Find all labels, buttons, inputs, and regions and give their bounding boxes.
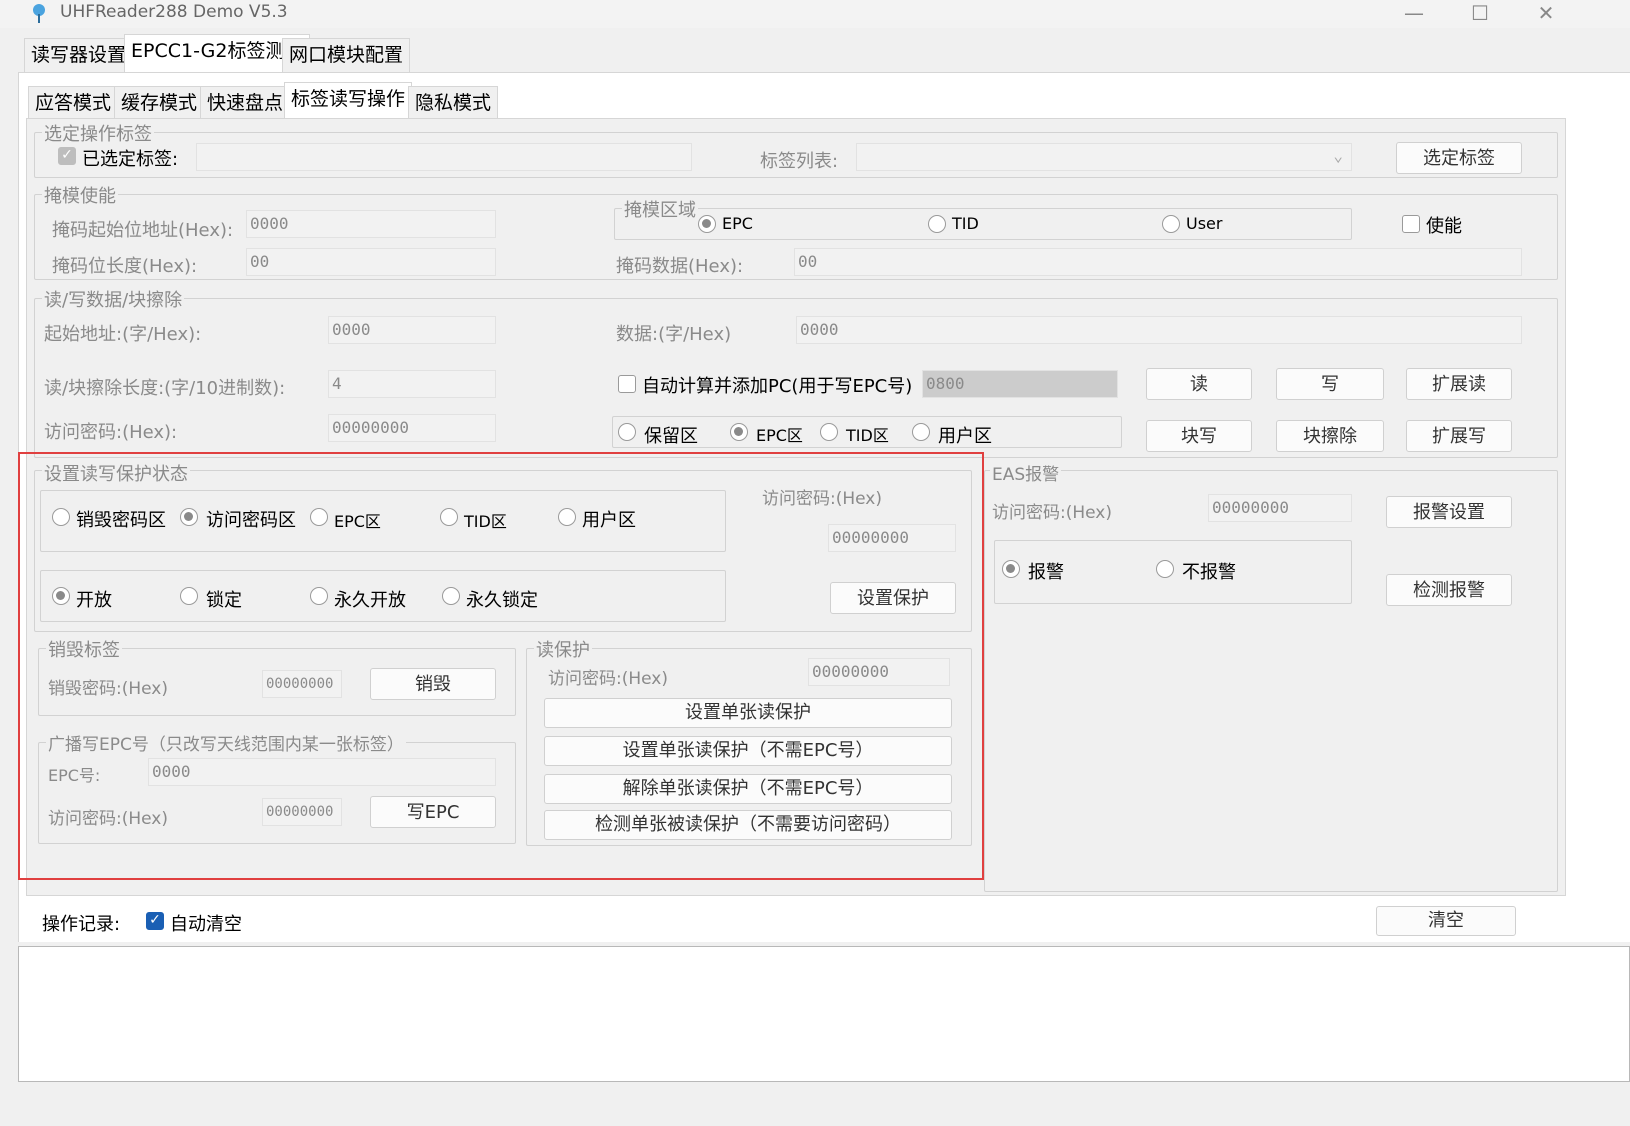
rw-len-label: 读/块擦除长度:(字/10进制数): (44, 378, 286, 399)
alarm-set-button[interactable]: 报警设置 (1386, 496, 1512, 528)
mask-start-label: 掩码起始位地址(Hex): (52, 220, 234, 241)
highlight-box (18, 452, 984, 880)
area-user-label: 用户区 (938, 426, 992, 447)
mask-enable-checkbox[interactable] (1402, 215, 1420, 233)
mask-area-tid-radio[interactable] (928, 215, 946, 233)
read-button[interactable]: 读 (1146, 368, 1252, 400)
auto-pc-checkbox[interactable] (618, 375, 636, 393)
title-bar: UHFReader288 Demo V5.3 — ☐ ✕ (0, 0, 1630, 28)
mask-area-legend: 掩模区域 (622, 196, 698, 222)
area-reserved-radio[interactable] (618, 423, 636, 441)
tab-network-config[interactable]: 网口模块配置 (282, 38, 411, 72)
maximize-button[interactable]: ☐ (1456, 0, 1504, 28)
rw-pwd-label: 访问密码:(Hex): (44, 422, 178, 443)
rw-data-field[interactable]: 0000 (796, 316, 1522, 344)
rw-pwd-field[interactable]: 00000000 (328, 414, 496, 442)
tab-reader-settings[interactable]: 读写器设置 (24, 38, 134, 72)
selected-tag-field[interactable] (196, 143, 692, 171)
eas-legend: EAS报警 (990, 460, 1062, 485)
log-label: 操作记录: (42, 914, 121, 935)
log-textarea[interactable] (18, 946, 1630, 1082)
tab-tag-rw[interactable]: 标签读写操作 (284, 82, 413, 120)
app-icon (30, 2, 48, 24)
selected-tag-checkbox[interactable]: ✓ (58, 147, 76, 165)
area-tid-radio[interactable] (820, 423, 838, 441)
area-epc-label: EPC区 (756, 426, 803, 445)
mask-start-field[interactable]: 0000 (246, 210, 496, 238)
tab-fast-inventory[interactable]: 快速盘点 (200, 86, 291, 120)
no-alarm-radio[interactable] (1156, 560, 1174, 578)
tag-list-label: 标签列表: (760, 151, 839, 172)
minimize-button[interactable]: — (1390, 0, 1438, 28)
mask-len-field[interactable]: 00 (246, 248, 496, 276)
select-tag-legend: 选定操作标签 (42, 120, 154, 146)
mask-data-field[interactable]: 00 (794, 248, 1522, 276)
rw-legend: 读/写数据/块擦除 (42, 286, 185, 312)
write-button[interactable]: 写 (1276, 368, 1384, 400)
mask-data-label: 掩码数据(Hex): (616, 256, 744, 277)
window-title: UHFReader288 Demo V5.3 (60, 2, 288, 22)
auto-pc-label: 自动计算并添加PC(用于写EPC号) (642, 376, 913, 397)
mask-len-label: 掩码位长度(Hex): (52, 256, 198, 277)
tag-list-select[interactable]: ⌄ (856, 143, 1352, 171)
area-reserved-label: 保留区 (644, 426, 698, 447)
mask-legend: 掩模使能 (42, 182, 118, 208)
mask-area-user-label: User (1186, 214, 1223, 233)
clear-log-button[interactable]: 清空 (1376, 906, 1516, 936)
pc-field[interactable]: 0800 (922, 370, 1118, 398)
tab-privacy-mode[interactable]: 隐私模式 (408, 86, 499, 120)
selected-tag-label: 已选定标签: (82, 149, 179, 170)
rw-data-label: 数据:(字/Hex) (616, 324, 732, 345)
auto-clear-checkbox[interactable]: ✓ (146, 912, 164, 930)
block-write-button[interactable]: 块写 (1146, 420, 1252, 452)
alarm-radio[interactable] (1002, 560, 1020, 578)
mask-area-tid-label: TID (952, 214, 979, 233)
block-erase-button[interactable]: 块擦除 (1276, 420, 1384, 452)
rw-len-field[interactable]: 4 (328, 370, 496, 398)
eas-group (984, 470, 1558, 892)
ext-write-button[interactable]: 扩展写 (1406, 420, 1512, 452)
tab-answer-mode[interactable]: 应答模式 (28, 86, 119, 120)
area-tid-label: TID区 (846, 426, 889, 445)
eas-pwd-label: 访问密码:(Hex) (992, 503, 1112, 523)
auto-clear-label: 自动清空 (170, 914, 242, 935)
mask-area-user-radio[interactable] (1162, 215, 1180, 233)
select-tag-button[interactable]: 选定标签 (1396, 142, 1522, 174)
detect-alarm-button[interactable]: 检测报警 (1386, 574, 1512, 606)
area-user-radio[interactable] (912, 423, 930, 441)
mask-area-epc-radio[interactable] (698, 215, 716, 233)
ext-read-button[interactable]: 扩展读 (1406, 368, 1512, 400)
mask-enable-label: 使能 (1426, 216, 1462, 237)
rw-start-field[interactable]: 0000 (328, 316, 496, 344)
no-alarm-label: 不报警 (1182, 562, 1236, 583)
eas-pwd-field[interactable]: 00000000 (1208, 494, 1352, 522)
mask-area-epc-label: EPC (722, 214, 753, 233)
chevron-down-icon: ⌄ (1333, 146, 1343, 165)
alarm-label: 报警 (1028, 562, 1064, 583)
rw-start-label: 起始地址:(字/Hex): (44, 324, 202, 345)
tab-buffer-mode[interactable]: 缓存模式 (114, 86, 205, 120)
close-button[interactable]: ✕ (1522, 0, 1570, 28)
area-epc-radio[interactable] (730, 423, 748, 441)
